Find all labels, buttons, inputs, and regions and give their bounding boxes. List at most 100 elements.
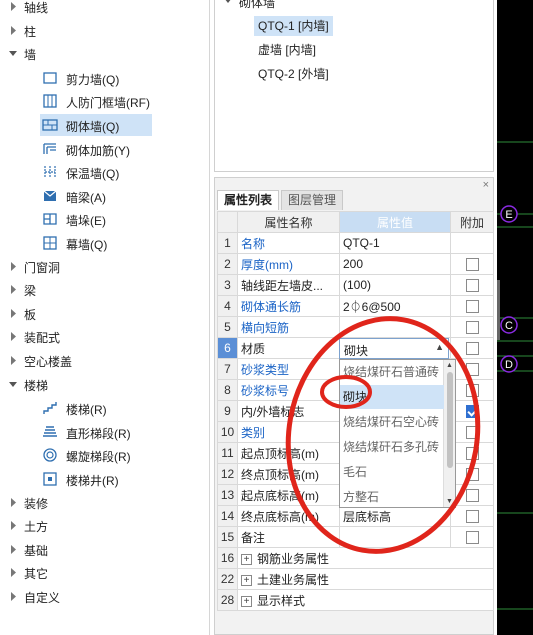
nav-category-6[interactable]: 装配式 — [0, 326, 200, 348]
property-group-row[interactable]: 16 + 钢筋业务属性 — [217, 547, 494, 569]
nav-category-4[interactable]: 梁 — [0, 279, 200, 301]
property-group-row[interactable]: 22 + 土建业务属性 — [217, 568, 494, 590]
property-row[interactable]: 4 砌体通长筋 2⏀6@500 — [217, 295, 494, 317]
property-row[interactable]: 5 横向短筋 — [217, 316, 494, 338]
property-group-row[interactable]: 28 + 显示样式 — [217, 589, 494, 611]
add-checkbox[interactable] — [465, 510, 479, 524]
chevron-right-icon[interactable] — [9, 521, 17, 531]
add-checkbox[interactable] — [465, 426, 479, 440]
add-checkbox[interactable] — [465, 342, 479, 356]
add-checkbox[interactable] — [465, 405, 479, 419]
nav-category-1[interactable]: 柱 — [0, 20, 200, 42]
property-value[interactable] — [339, 526, 451, 548]
nav-item-straight-flight[interactable]: 直形梯段(R) — [40, 421, 152, 443]
nav-item-spiral-flight[interactable]: 螺旋梯段(R) — [40, 444, 152, 466]
property-row[interactable]: 1 名称 QTQ-1 — [217, 232, 494, 254]
axis-label-e: E — [505, 209, 512, 221]
dropdown-scrollbar[interactable]: ▲ ▼ — [443, 360, 455, 507]
nav-category-5[interactable]: 板 — [0, 303, 200, 325]
add-checkbox[interactable] — [465, 363, 479, 377]
nav-item-wall-pier[interactable]: 墙垛(E) — [40, 208, 152, 230]
property-value[interactable]: 2⏀6@500 — [339, 295, 451, 317]
scroll-down-icon[interactable]: ▼ — [446, 498, 453, 505]
material-option[interactable]: 方整石 — [340, 485, 444, 507]
chevron-down-icon[interactable] — [224, 0, 232, 5]
material-option[interactable]: 砌块 — [340, 385, 444, 409]
add-checkbox[interactable] — [465, 489, 479, 503]
add-checkbox[interactable] — [465, 384, 479, 398]
property-value[interactable]: 200 — [339, 253, 451, 275]
nav-item-stairwell[interactable]: 楼梯井(R) — [40, 468, 152, 490]
property-value[interactable]: QTQ-1 — [339, 232, 451, 254]
chevron-down-icon[interactable] — [9, 380, 17, 390]
property-value[interactable]: (100) — [339, 274, 451, 296]
nav-category-2[interactable]: 墙 — [0, 43, 200, 65]
property-group[interactable]: + 显示样式 — [237, 589, 494, 611]
close-icon[interactable]: × — [483, 179, 489, 191]
property-value[interactable] — [339, 316, 451, 338]
property-row[interactable]: 14 终点底标高(m) 层底标高 — [217, 505, 494, 527]
material-option[interactable]: 烧结煤矸石空心砖 — [340, 410, 444, 434]
chevron-right-icon[interactable] — [9, 25, 17, 36]
expand-plus-icon[interactable]: + — [241, 595, 252, 607]
add-checkbox[interactable] — [465, 468, 479, 482]
expand-plus-icon[interactable]: + — [241, 574, 252, 586]
material-select[interactable]: 砌块 ▲ — [339, 338, 449, 359]
chevron-right-icon[interactable] — [9, 261, 17, 272]
drawing-canvas[interactable]: E C D — [497, 0, 533, 635]
property-row[interactable]: 3 轴线距左墙皮... (100) — [217, 274, 494, 296]
property-row[interactable]: 15 备注 — [217, 526, 494, 548]
nav-category-11[interactable]: 基础 — [0, 539, 200, 561]
property-group[interactable]: + 钢筋业务属性 — [237, 547, 494, 569]
chevron-right-icon[interactable] — [9, 568, 17, 578]
nav-category-9[interactable]: 装修 — [0, 492, 200, 514]
nav-item-hidden-beam[interactable]: 暗梁(A) — [40, 185, 152, 207]
add-checkbox[interactable] — [465, 279, 479, 293]
scroll-up-icon[interactable]: ▲ — [446, 362, 453, 369]
nav-category-0[interactable]: 轴线 — [0, 0, 200, 18]
nav-category-8[interactable]: 楼梯 — [0, 374, 200, 396]
nav-category-13[interactable]: 自定义 — [0, 586, 200, 608]
civil-defense-door-wall-icon — [43, 94, 57, 109]
material-option[interactable]: 烧结煤矸石普通砖 — [340, 360, 444, 384]
nav-category-3[interactable]: 门窗洞 — [0, 256, 200, 278]
nav-item-stair[interactable]: 楼梯(R) — [40, 397, 152, 419]
property-value[interactable]: 层底标高 — [339, 505, 451, 527]
nav-item-curtain-wall[interactable]: 幕墙(Q) — [40, 232, 152, 254]
nav-item-shear-wall[interactable]: 剪力墙(Q) — [40, 67, 152, 89]
chevron-right-icon[interactable] — [9, 592, 17, 602]
property-row[interactable]: 2 厚度(mm) 200 — [217, 253, 494, 275]
nav-item-civil-defense-door-wall[interactable]: 人防门框墙(RF) — [40, 90, 152, 112]
chevron-right-icon[interactable] — [9, 332, 17, 342]
tab-layer-management[interactable]: 图层管理 — [281, 190, 344, 210]
property-group[interactable]: + 土建业务属性 — [237, 568, 494, 590]
material-option[interactable]: 烧结煤矸石多孔砖 — [340, 435, 444, 459]
chevron-right-icon[interactable] — [9, 2, 17, 12]
property-add-cell — [450, 421, 494, 443]
chevron-down-icon[interactable] — [9, 49, 17, 59]
scrollbar-thumb[interactable] — [447, 372, 453, 468]
component-item-qtq2[interactable]: QTQ-2 [外墙] — [254, 64, 333, 84]
add-checkbox[interactable] — [465, 258, 479, 272]
chevron-right-icon[interactable] — [9, 544, 17, 555]
add-checkbox[interactable] — [465, 300, 479, 314]
chevron-right-icon[interactable] — [9, 497, 17, 508]
component-item-virtual-wall[interactable]: 虚墙 [内墙] — [254, 40, 320, 60]
material-option[interactable]: 毛石 — [340, 460, 444, 484]
add-checkbox[interactable] — [465, 447, 479, 461]
component-item-qtq1[interactable]: QTQ-1 [内墙] — [254, 16, 333, 36]
expand-plus-icon[interactable]: + — [241, 553, 252, 565]
add-checkbox[interactable] — [465, 321, 479, 335]
tab-property-list[interactable]: 属性列表 — [217, 190, 280, 210]
nav-item-insulation-wall[interactable]: 保温墙(Q) — [40, 161, 152, 183]
chevron-right-icon[interactable] — [9, 285, 17, 295]
nav-item-masonry-reinforcement[interactable]: 砌体加筋(Y) — [40, 138, 152, 160]
nav-category-7[interactable]: 空心楼盖 — [0, 350, 200, 372]
nav-item-masonry-wall[interactable]: 砌体墙(Q) — [40, 114, 152, 136]
chevron-right-icon[interactable] — [9, 308, 17, 319]
add-checkbox[interactable] — [465, 531, 479, 545]
nav-category-10[interactable]: 土方 — [0, 515, 200, 537]
nav-category-12[interactable]: 其它 — [0, 562, 200, 584]
chevron-right-icon[interactable] — [9, 356, 17, 366]
chevron-up-icon[interactable]: ▲ — [435, 342, 444, 352]
